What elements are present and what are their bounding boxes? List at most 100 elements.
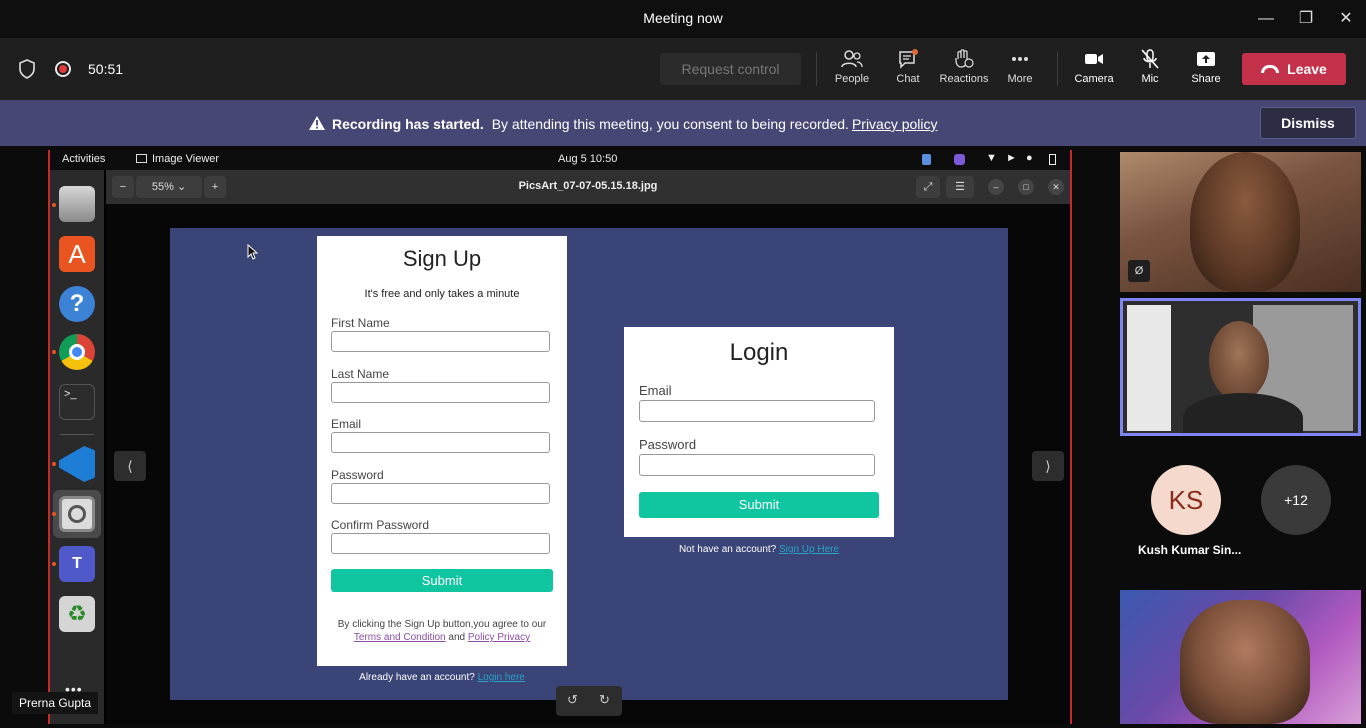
running-indicator <box>52 512 56 516</box>
more-icon <box>1012 57 1028 61</box>
files-icon[interactable] <box>59 186 95 222</box>
divider <box>1057 52 1058 86</box>
maximize-icon[interactable]: □ <box>1018 179 1034 195</box>
vscode-icon[interactable] <box>59 446 95 482</box>
privacy-policy-link[interactable]: Privacy policy <box>852 116 938 132</box>
request-control-button[interactable]: Request control <box>660 53 801 85</box>
share-label: Share <box>1191 73 1221 85</box>
mic-button[interactable]: Mic <box>1122 49 1178 91</box>
people-label: People <box>834 73 870 85</box>
help-icon[interactable]: ? <box>59 286 95 322</box>
meeting-timer: 50:51 <box>88 61 124 77</box>
shield-tray-icon[interactable] <box>922 154 931 165</box>
login-here-link[interactable]: Login here <box>478 672 525 683</box>
login-card: Login Email Password Submit <box>624 327 894 537</box>
login-password-label: Password <box>639 437 697 452</box>
viewer-header: − 55% ⌄ + PicsArt_07-07-05.15.18.jpg ⤢ ☰… <box>106 170 1070 204</box>
password-input[interactable] <box>331 483 550 504</box>
participant-video-1[interactable]: Ø <box>1120 152 1361 292</box>
people-button[interactable]: People <box>824 49 880 91</box>
close-icon[interactable]: ✕ <box>1336 9 1356 29</box>
close-icon[interactable]: ✕ <box>1048 179 1064 195</box>
confirm-password-input[interactable] <box>331 533 550 554</box>
login-email-input[interactable] <box>639 400 875 422</box>
dock-divider <box>60 434 94 435</box>
screenshot-image: Sign Up It's free and only takes a minut… <box>170 228 1008 700</box>
app-menu[interactable]: Image Viewer <box>152 153 219 165</box>
fullscreen-icon[interactable]: ⤢ <box>916 176 940 198</box>
previous-image-button[interactable]: ⟨ <box>114 451 146 481</box>
mic-off-icon <box>1141 49 1159 69</box>
volume-icon[interactable]: ► <box>1006 152 1017 164</box>
microphone-icon[interactable]: ● <box>1026 152 1033 164</box>
terms-prefix: By clicking the Sign Up button,you agree… <box>337 619 547 630</box>
teams-icon[interactable]: T <box>59 546 95 582</box>
reactions-label: Reactions <box>939 73 989 85</box>
login-password-input[interactable] <box>639 454 875 476</box>
minimize-icon[interactable]: – <box>988 179 1004 195</box>
email-label: Email <box>331 417 362 431</box>
no-account-label: Not have an account? <box>678 544 777 555</box>
signup-submit-button[interactable]: Submit <box>331 569 553 592</box>
more-participants-button[interactable]: +12 <box>1261 465 1331 535</box>
recording-banner: Recording has started. By attending this … <box>0 100 1366 146</box>
minimize-icon[interactable]: — <box>1256 9 1276 29</box>
more-button[interactable]: More <box>992 49 1048 91</box>
already-account-label: Already have an account? <box>359 672 475 683</box>
chrome-icon[interactable] <box>59 334 95 370</box>
hangup-icon <box>1261 65 1280 73</box>
rotate-left-icon[interactable]: ↺ <box>567 692 578 708</box>
mouse-cursor-icon <box>247 244 259 260</box>
menu-icon[interactable]: ☰ <box>946 176 974 198</box>
leave-button[interactable]: Leave <box>1242 53 1346 85</box>
participant-video-2[interactable] <box>1120 298 1361 436</box>
reactions-button[interactable]: Reactions <box>936 49 992 91</box>
participant-shirt <box>1183 393 1303 433</box>
participant-name: Kush Kumar Sin... <box>1138 543 1242 557</box>
mic-label: Mic <box>1141 73 1159 85</box>
camera-button[interactable]: Camera <box>1066 49 1122 91</box>
maximize-icon[interactable]: ❐ <box>1296 9 1316 29</box>
activities-button[interactable]: Activities <box>62 153 105 165</box>
shield-icon[interactable] <box>18 59 36 79</box>
first-name-input[interactable] <box>331 331 550 352</box>
confirm-password-label: Confirm Password <box>331 518 430 532</box>
dismiss-button[interactable]: Dismiss <box>1260 107 1356 139</box>
software-center-icon[interactable]: A <box>59 236 95 272</box>
participant-video-3[interactable] <box>1120 590 1361 724</box>
ubuntu-top-bar: Activities Image Viewer Aug 5 10:50 ▼ ► … <box>50 150 1070 170</box>
recording-title: Recording has started. <box>332 116 484 132</box>
signup-here-link[interactable]: Sign Up Here <box>779 544 839 555</box>
warning-icon <box>309 116 325 130</box>
leave-label: Leave <box>1287 61 1327 77</box>
signup-title: Sign Up <box>402 246 482 271</box>
battery-icon[interactable] <box>1049 154 1056 165</box>
clock[interactable]: Aug 5 10:50 <box>558 153 617 165</box>
trash-icon[interactable]: ♻ <box>59 596 95 632</box>
login-submit-button[interactable]: Submit <box>639 492 879 518</box>
terminal-icon[interactable]: >_ <box>59 384 95 420</box>
camera-label: Camera <box>1074 73 1114 85</box>
terms-text: By clicking the Sign Up button,you agree… <box>317 618 567 644</box>
share-button[interactable]: Share <box>1178 49 1234 91</box>
image-viewer-dock-icon[interactable] <box>59 496 95 532</box>
signup-card: Sign Up It's free and only takes a minut… <box>317 236 567 666</box>
last-name-input[interactable] <box>331 382 550 403</box>
chat-icon <box>899 49 918 69</box>
rotate-right-icon[interactable]: ↻ <box>599 692 610 708</box>
already-account-text: Already have an account? Login here <box>317 672 567 683</box>
teams-tray-icon[interactable] <box>954 154 965 165</box>
participant-face <box>1190 152 1300 292</box>
wifi-icon[interactable]: ▼ <box>986 152 997 164</box>
window-title: Meeting now <box>643 10 723 26</box>
avatar[interactable]: KS <box>1151 465 1221 535</box>
privacy-link[interactable]: Policy Privacy <box>468 632 530 643</box>
next-image-button[interactable]: ⟩ <box>1032 451 1064 481</box>
email-input[interactable] <box>331 432 550 453</box>
people-icon <box>841 50 863 68</box>
participant-face <box>1209 321 1269 401</box>
chat-button[interactable]: Chat <box>880 49 936 91</box>
first-name-label: First Name <box>331 316 390 330</box>
terms-link[interactable]: Terms and Condition <box>354 632 446 643</box>
login-title: Login <box>729 339 789 366</box>
